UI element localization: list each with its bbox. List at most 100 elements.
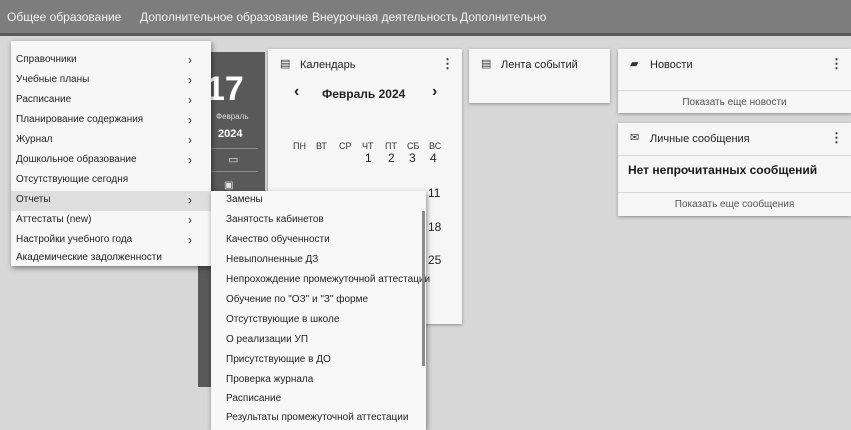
today-month: Февраль xyxy=(216,112,249,121)
calendar-card-header: ▤ Календарь ⋮ xyxy=(268,49,462,79)
submenu-item-label: Отсутствующие в школе xyxy=(226,314,340,325)
main-dropdown-menu: Справочники › Учебные планы › Расписание › … xyxy=(11,41,211,266)
calendar-prev-button[interactable]: ‹ xyxy=(294,83,299,101)
menu-item-label: Отсутствующие сегодня xyxy=(16,174,129,185)
submenu-item[interactable]: Присутствующие в ДО xyxy=(211,351,421,371)
submenu-item-label: Проверка журнала xyxy=(226,374,314,385)
calendar-day[interactable]: 11 xyxy=(428,186,440,200)
calendar-day[interactable]: 25 xyxy=(428,253,441,267)
chevron-right-icon: › xyxy=(188,233,192,247)
submenu-item[interactable]: Проверка журнала xyxy=(211,371,421,391)
calendar-day[interactable]: 2 xyxy=(388,151,395,165)
chevron-right-icon: › xyxy=(188,73,192,87)
menu-item-curricula[interactable]: Учебные планы › xyxy=(11,71,211,91)
submenu-item-label: Расписание xyxy=(226,393,282,404)
calendar-month-label: Февраль 2024 xyxy=(322,87,406,101)
news-more-icon[interactable]: ⋮ xyxy=(830,57,843,71)
submenu-item-label: Невыполненные ДЗ xyxy=(226,254,319,265)
menu-item-label: Справочники xyxy=(16,54,77,65)
menu-item-absent-today[interactable]: Отсутствующие сегодня xyxy=(11,171,211,191)
menu-item-preschool[interactable]: Дошкольное образование › xyxy=(11,151,211,171)
menu-item-label: Планирование содержания xyxy=(16,114,144,125)
menu-item-certificates[interactable]: Аттестаты (new) › xyxy=(11,211,211,231)
menu-item-label: Расписание xyxy=(16,94,72,105)
menu-item-year-settings[interactable]: Настройки учебного года › xyxy=(11,231,211,251)
calendar-view-button[interactable]: ▭ xyxy=(208,148,258,172)
submenu-item[interactable]: Качество обученности xyxy=(211,231,421,251)
news-card: ▰ Новости ⋮ Показать еще новости xyxy=(618,49,851,113)
menu-item-journal[interactable]: Журнал › xyxy=(11,131,211,151)
chevron-right-icon: › xyxy=(188,53,192,67)
submenu-item[interactable]: Непрохождение промежуточной аттестации xyxy=(211,271,430,291)
calendar-next-button[interactable]: › xyxy=(432,83,437,101)
calendar-day[interactable]: 4 xyxy=(430,151,437,165)
submenu-item[interactable]: Невыполненные ДЗ xyxy=(211,251,421,271)
weekday-label: СР xyxy=(339,141,352,151)
chevron-right-icon: › xyxy=(188,93,192,107)
submenu-item-label: Обучение по "ОЗ" и "З" форме xyxy=(226,294,369,305)
weekday-label: ВС xyxy=(429,141,442,151)
chevron-right-icon: › xyxy=(188,193,192,207)
news-divider xyxy=(618,90,851,91)
submenu-item-label: О реализации УП xyxy=(226,334,309,345)
submenu-item-label: Занятость кабинетов xyxy=(226,214,324,225)
submenu-item[interactable]: Результаты промежуточной аттестации xyxy=(211,409,421,429)
submenu-item-label: Качество обученности xyxy=(226,234,330,245)
calendar-icon: ▤ xyxy=(481,58,492,70)
calendar-more-icon[interactable]: ⋮ xyxy=(441,57,454,71)
calendar-title: Календарь xyxy=(300,59,356,71)
nav-additional[interactable]: Дополнительно xyxy=(460,10,546,24)
submenu-item[interactable]: Замены xyxy=(211,191,421,211)
nav-general-education[interactable]: Общее образование xyxy=(7,10,121,24)
submenu-item-label: Результаты промежуточной аттестации xyxy=(226,412,409,423)
today-day: 17 xyxy=(206,70,244,108)
calendar-day[interactable]: 3 xyxy=(409,151,416,165)
chevron-right-icon: › xyxy=(188,153,192,167)
messages-more-icon[interactable]: ⋮ xyxy=(830,131,843,145)
events-title: Лента событий xyxy=(501,59,578,71)
calendar-day[interactable]: 1 xyxy=(365,151,372,165)
weekday-label: ПН xyxy=(293,141,306,151)
nav-extracurricular[interactable]: Внеурочная деятельность xyxy=(312,10,458,24)
reports-submenu: Замены Занятость кабинетов Качество обуч… xyxy=(211,191,430,430)
weekday-label: СБ xyxy=(407,141,420,151)
weekday-label: ВТ xyxy=(316,141,327,151)
chevron-right-icon: › xyxy=(188,113,192,127)
submenu-item[interactable]: Расписание xyxy=(211,390,421,410)
messages-title: Личные сообщения xyxy=(650,133,750,145)
messages-card: ✉ Личные сообщения ⋮ Нет непрочитанных с… xyxy=(618,123,851,216)
calendar-icon: ▤ xyxy=(280,58,291,70)
submenu-item-label: Замены xyxy=(226,194,263,205)
messages-divider xyxy=(618,155,851,156)
show-more-messages-button[interactable]: Показать еще сообщения xyxy=(618,199,851,210)
submenu-item-label: Присутствующие в ДО xyxy=(226,354,331,365)
submenu-item[interactable]: Занятость кабинетов xyxy=(211,211,421,231)
menu-item-content-planning[interactable]: Планирование содержания › xyxy=(11,111,211,131)
calendar-day[interactable]: 18 xyxy=(428,220,441,234)
submenu-scrollbar[interactable] xyxy=(422,211,425,366)
submenu-item[interactable]: О реализации УП xyxy=(211,331,421,351)
mail-icon: ✉ xyxy=(630,132,640,144)
menu-item-label: Учебные планы xyxy=(16,74,90,85)
menu-item-reports[interactable]: Отчеты › xyxy=(11,191,211,211)
calendar-small-icon[interactable]: ▣ xyxy=(224,180,233,191)
submenu-item-label: Непрохождение промежуточной аттестации xyxy=(226,274,431,285)
menu-item-academic-debts[interactable]: Академические задолженности xyxy=(11,249,211,269)
news-card-header: ▰ Новости ⋮ xyxy=(618,49,851,79)
no-messages-text: Нет непрочитанных сообщений xyxy=(628,163,818,177)
menu-item-label: Аттестаты (new) xyxy=(16,214,92,225)
news-title: Новости xyxy=(650,59,693,71)
calendar-view-icon: ▭ xyxy=(228,154,239,166)
chevron-right-icon: › xyxy=(188,133,192,147)
chevron-right-icon: › xyxy=(188,213,192,227)
menu-item-directories[interactable]: Справочники › xyxy=(11,51,211,71)
messages-divider xyxy=(618,192,851,193)
menu-item-label: Отчеты xyxy=(16,194,51,205)
nav-additional-education[interactable]: Дополнительное образование xyxy=(140,10,308,24)
menu-item-label: Академические задолженности xyxy=(16,252,162,263)
menu-item-schedule[interactable]: Расписание › xyxy=(11,91,211,111)
today-year: 2024 xyxy=(218,128,243,140)
show-more-news-button[interactable]: Показать еще новости xyxy=(618,97,851,108)
submenu-item[interactable]: Обучение по "ОЗ" и "З" форме xyxy=(211,291,421,311)
submenu-item[interactable]: Отсутствующие в школе xyxy=(211,311,421,331)
